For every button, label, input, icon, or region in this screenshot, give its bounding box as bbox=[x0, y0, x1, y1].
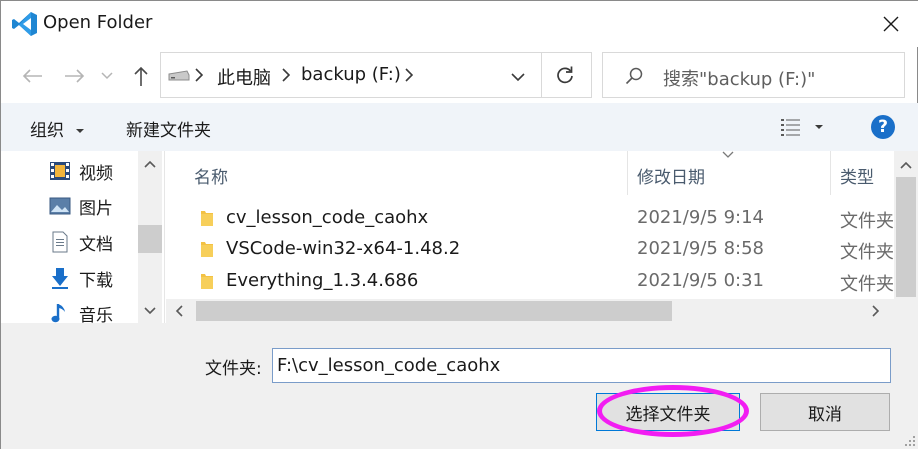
organize-label: 组织 bbox=[30, 121, 64, 141]
file-type: 文件夹 bbox=[840, 274, 894, 295]
nav-item-videos[interactable]: 视频 bbox=[49, 156, 113, 186]
scroll-right-icon bbox=[872, 305, 880, 317]
nav-item-label: 视频 bbox=[79, 163, 113, 184]
table-row[interactable]: Everything_1.3.4.686 2021/9/5 0:31 文件夹 bbox=[166, 265, 894, 298]
file-list: 名称 修改日期 类型 cv_lesson_code_caohx 2021/9/5… bbox=[166, 151, 894, 323]
search-box[interactable]: 搜索"backup (F:)" bbox=[602, 52, 905, 98]
arrow-right-icon bbox=[65, 69, 85, 83]
new-folder-button[interactable]: 新建文件夹 bbox=[126, 116, 211, 141]
chevron-down-icon bbox=[511, 72, 525, 81]
nav-pane-scrollbar[interactable] bbox=[138, 151, 162, 323]
pictures-icon bbox=[49, 195, 71, 217]
folder-icon bbox=[201, 242, 213, 257]
scroll-up-icon bbox=[144, 160, 156, 168]
nav-item-pictures[interactable]: 图片 bbox=[49, 191, 113, 221]
file-name: cv_lesson_code_caohx bbox=[226, 207, 429, 228]
details-view-icon bbox=[781, 119, 800, 136]
address-bar[interactable]: 此电脑 backup (F:) bbox=[160, 52, 592, 98]
folder-path-input[interactable] bbox=[272, 348, 891, 383]
nav-item-label: 图片 bbox=[79, 198, 113, 219]
documents-icon bbox=[49, 231, 71, 253]
chevron-right-icon bbox=[195, 68, 203, 82]
refresh-icon bbox=[557, 66, 573, 84]
refresh-button[interactable] bbox=[552, 62, 578, 88]
close-icon bbox=[883, 16, 899, 32]
nav-item-label: 文档 bbox=[79, 234, 113, 255]
address-dropdown-button[interactable] bbox=[506, 67, 530, 87]
file-list-horizontal-scroll-thumb[interactable] bbox=[196, 301, 672, 321]
scroll-up-icon bbox=[900, 161, 912, 169]
recent-locations-button[interactable] bbox=[97, 61, 117, 91]
file-date: 2021/9/5 0:31 bbox=[637, 270, 764, 291]
column-header-type[interactable]: 类型 bbox=[840, 163, 874, 188]
arrow-left-icon bbox=[22, 69, 42, 83]
file-list-vertical-scrollbar[interactable] bbox=[894, 151, 918, 323]
column-separator[interactable] bbox=[830, 151, 831, 195]
window-title: Open Folder bbox=[43, 12, 153, 33]
nav-item-label: 下载 bbox=[79, 270, 113, 291]
organize-menu[interactable]: 组织 bbox=[30, 116, 85, 141]
title-bar: Open Folder bbox=[1, 1, 918, 47]
folder-field-label: 文件夹: bbox=[205, 359, 262, 379]
folder-icon bbox=[201, 274, 213, 289]
file-date: 2021/9/5 9:14 bbox=[637, 207, 764, 228]
column-header-name[interactable]: 名称 bbox=[194, 163, 228, 188]
file-type: 文件夹 bbox=[840, 242, 894, 263]
search-icon bbox=[625, 67, 643, 85]
caret-down-icon bbox=[815, 125, 823, 129]
scroll-down-icon bbox=[144, 307, 156, 315]
table-row[interactable]: cv_lesson_code_caohx 2021/9/5 9:14 文件夹 bbox=[166, 202, 894, 235]
folder-icon bbox=[201, 211, 213, 226]
file-name: Everything_1.3.4.686 bbox=[226, 270, 419, 291]
search-placeholder: 搜索"backup (F:)" bbox=[663, 69, 816, 90]
column-header-date[interactable]: 修改日期 bbox=[637, 163, 705, 188]
file-type: 文件夹 bbox=[840, 211, 894, 232]
change-view-button[interactable] bbox=[780, 115, 832, 139]
table-row[interactable]: VSCode-win32-x64-1.48.2 2021/9/5 8:58 文件… bbox=[166, 233, 894, 266]
resize-grip-icon[interactable] bbox=[903, 434, 917, 448]
drive-icon bbox=[168, 70, 190, 81]
help-button[interactable]: ? bbox=[871, 115, 895, 139]
close-button[interactable] bbox=[871, 5, 911, 43]
nav-item-label: 音乐 bbox=[79, 305, 113, 326]
dialog-footer: 文件夹: 选择文件夹 取消 bbox=[1, 323, 918, 449]
sort-indicator-icon bbox=[722, 151, 734, 158]
address-divider bbox=[541, 53, 542, 97]
breadcrumb-backup-drive[interactable]: backup (F:) bbox=[301, 64, 401, 85]
scroll-left-icon bbox=[175, 305, 183, 317]
chevron-right-icon bbox=[282, 68, 290, 82]
pane-divider[interactable] bbox=[164, 151, 165, 323]
chevron-down-icon bbox=[101, 72, 113, 80]
file-name: VSCode-win32-x64-1.48.2 bbox=[226, 238, 461, 259]
command-bar: 组织 新建文件夹 bbox=[1, 103, 918, 151]
breadcrumb-this-pc[interactable]: 此电脑 bbox=[217, 64, 271, 90]
navigation-bar: 此电脑 backup (F:) 搜索"backup (F:)" bbox=[1, 47, 918, 103]
nav-item-downloads[interactable]: 下载 bbox=[49, 263, 113, 293]
vscode-icon bbox=[12, 12, 37, 36]
caret-down-icon bbox=[76, 129, 85, 133]
file-list-horizontal-scrollbar[interactable] bbox=[166, 299, 894, 323]
back-button[interactable] bbox=[17, 61, 47, 91]
chevron-right-icon bbox=[405, 68, 413, 82]
cancel-button[interactable]: 取消 bbox=[760, 393, 890, 431]
forward-button[interactable] bbox=[60, 61, 90, 91]
up-button[interactable] bbox=[126, 61, 156, 91]
downloads-icon bbox=[49, 267, 71, 289]
music-icon bbox=[49, 302, 71, 324]
open-folder-dialog: Open Folder 此电脑 backup (F:) 搜索"backup (F… bbox=[0, 0, 918, 449]
nav-item-documents[interactable]: 文档 bbox=[49, 227, 113, 257]
arrow-up-icon bbox=[134, 66, 148, 86]
file-list-vertical-scroll-thumb[interactable] bbox=[896, 177, 916, 297]
nav-pane-scroll-thumb[interactable] bbox=[138, 225, 162, 253]
column-separator[interactable] bbox=[627, 151, 628, 195]
file-date: 2021/9/5 8:58 bbox=[637, 238, 764, 259]
select-folder-button[interactable]: 选择文件夹 bbox=[596, 393, 740, 431]
video-icon bbox=[49, 160, 71, 182]
